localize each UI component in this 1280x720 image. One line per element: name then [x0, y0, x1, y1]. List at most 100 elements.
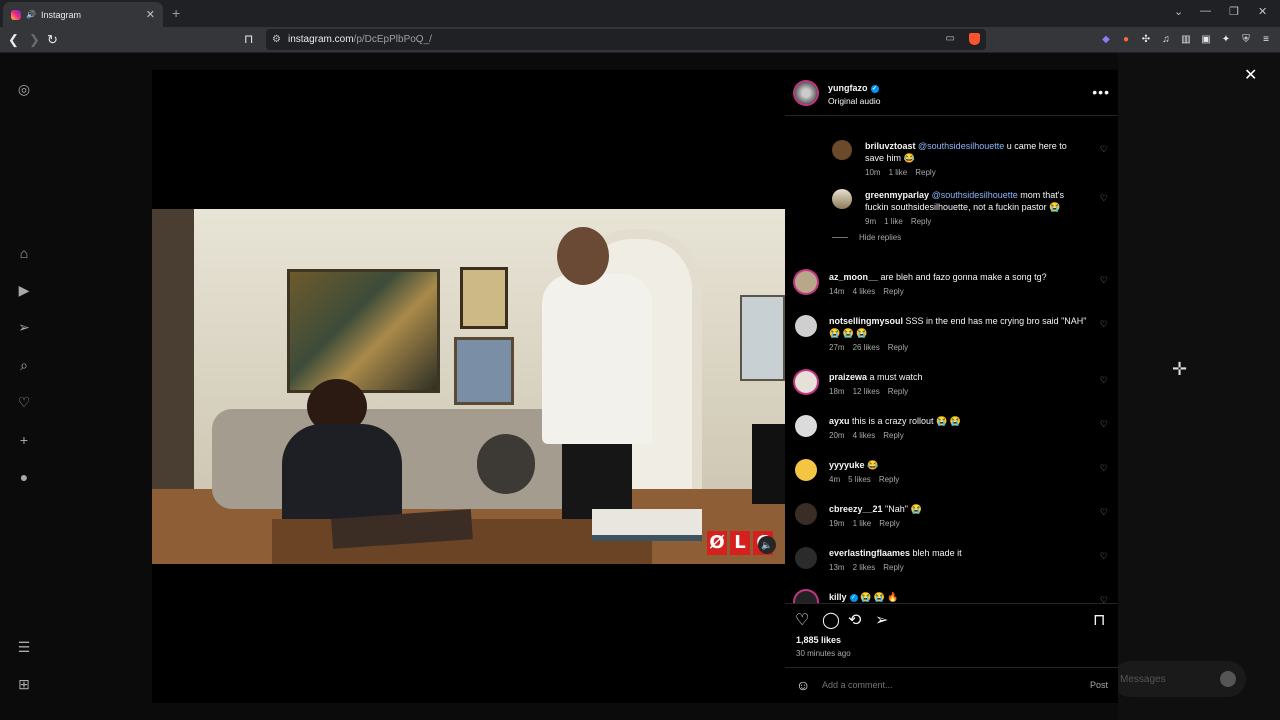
new-tab-button[interactable]: + — [172, 5, 180, 21]
home-icon[interactable]: ⌂ — [16, 245, 32, 261]
like-comment-heart-icon[interactable]: ♡ — [1100, 419, 1108, 430]
address-bar[interactable]: ⚙ instagram.com/p/DcEpPlbPoQ_/ ▭ — [266, 29, 986, 50]
comment-meta: 9m 1 like Reply — [865, 217, 932, 226]
audio-label[interactable]: Original audio — [828, 96, 880, 106]
search-icon[interactable]: ⌕ — [16, 357, 32, 373]
messages-button[interactable]: Messages — [1112, 661, 1246, 697]
tab-list-chevron-icon[interactable]: ⌄ — [1174, 5, 1183, 18]
like-heart-icon[interactable]: ♡ — [795, 610, 809, 630]
reply-button[interactable]: Reply — [879, 519, 899, 528]
reply-button[interactable]: Reply — [888, 387, 908, 396]
like-comment-heart-icon[interactable]: ♡ — [1100, 144, 1108, 155]
instagram-logo-icon[interactable]: ◎ — [16, 81, 32, 97]
apps-grid-icon[interactable]: ⊞ — [16, 676, 32, 692]
comment-avatar[interactable] — [832, 189, 852, 209]
menu-icon[interactable]: ≡ — [1260, 34, 1272, 46]
reply-button[interactable]: Reply — [915, 168, 935, 177]
author-username[interactable]: yungfazo ✓ — [828, 83, 879, 93]
extension-icon-2[interactable]: ● — [1120, 34, 1132, 46]
notifications-heart-icon[interactable]: ♡ — [16, 394, 32, 410]
verified-badge-icon: ✓ — [870, 85, 879, 93]
comment-meta: 10m 1 like Reply — [865, 168, 936, 177]
extension-icon-1[interactable]: ◆ — [1100, 34, 1112, 46]
emoji-picker-icon[interactable]: ☺ — [796, 677, 810, 693]
save-bookmark-icon[interactable]: ⊓ — [1093, 610, 1105, 630]
comment-avatar[interactable] — [795, 271, 817, 293]
close-tab-icon[interactable]: ✕ — [146, 8, 155, 21]
close-modal-icon[interactable]: ✕ — [1244, 65, 1257, 85]
comment-icon[interactable]: ◯ — [822, 610, 840, 630]
dog — [477, 434, 535, 494]
like-comment-heart-icon[interactable]: ♡ — [1100, 375, 1108, 386]
comment-avatar[interactable] — [795, 459, 817, 481]
more-menu-icon[interactable]: ☰ — [16, 639, 32, 655]
wallet-icon[interactable]: ▣ — [1200, 34, 1212, 46]
vpn-shield-icon[interactable]: ⛨ — [1240, 34, 1252, 46]
comment-meta: 4m 5 likes Reply — [829, 475, 900, 484]
speaker-icon[interactable]: 🔊 — [26, 10, 36, 19]
repost-icon[interactable]: ⟲ — [848, 610, 861, 630]
close-window-button[interactable]: ✕ — [1258, 5, 1267, 18]
comment-text: cbreezy__21 "Nah" 😭 — [829, 504, 922, 514]
comment-avatar[interactable] — [795, 503, 817, 525]
like-comment-heart-icon[interactable]: ♡ — [1100, 551, 1108, 562]
browser-tab[interactable]: 🔊 Instagram ✕ — [3, 2, 163, 27]
direct-messages-icon[interactable]: ➢ — [16, 319, 32, 335]
comment-text: yyyyuke 😂 — [829, 460, 879, 470]
profile-avatar-icon[interactable]: ● — [16, 469, 32, 485]
person-standing — [542, 274, 652, 444]
maximize-button[interactable]: ❐ — [1229, 5, 1239, 18]
create-icon[interactable]: + — [16, 432, 32, 448]
bookmark-icon[interactable]: ⊓ — [244, 32, 253, 46]
comment-input[interactable] — [822, 680, 1062, 690]
post-video[interactable]: Ø L C 🔈 — [152, 70, 785, 703]
sidebar-icon[interactable]: ▥ — [1180, 34, 1192, 46]
comment-meta: 19m 1 like Reply — [829, 519, 900, 528]
instagram-page: ◎ ⌂ ▶ ➢ ⌕ ♡ + ● ☰ ⊞ ✕ ✛ Messages Ø L 🔈 y… — [0, 53, 1280, 720]
reply-button[interactable]: Reply — [883, 563, 903, 572]
share-icon[interactable]: ➢ — [875, 610, 888, 630]
painting — [454, 337, 514, 405]
browser-toolbar: ❮ ❯ ↻ ⊓ ⚙ instagram.com/p/DcEpPlbPoQ_/ ▭… — [0, 27, 1280, 53]
reply-button[interactable]: Reply — [879, 475, 899, 484]
like-comment-heart-icon[interactable]: ♡ — [1100, 595, 1108, 603]
author-avatar[interactable] — [795, 82, 817, 104]
more-options-icon[interactable]: ••• — [1092, 84, 1110, 100]
comment-avatar[interactable] — [795, 547, 817, 569]
comment-avatar[interactable] — [795, 591, 817, 603]
comment-meta: 14m 4 likes Reply — [829, 287, 904, 296]
like-comment-heart-icon[interactable]: ♡ — [1100, 275, 1108, 286]
minimize-button[interactable]: — — [1200, 5, 1211, 17]
modal-backdrop[interactable] — [1118, 53, 1280, 720]
comment-avatar[interactable] — [795, 315, 817, 337]
post-details-panel: yungfazo ✓ Original audio ••• briluvztoas… — [785, 70, 1118, 703]
forward-button[interactable]: ❯ — [29, 32, 40, 48]
cast-icon[interactable]: ▭ — [946, 33, 955, 45]
like-comment-heart-icon[interactable]: ♡ — [1100, 507, 1108, 518]
likes-count[interactable]: 1,885 likes — [796, 635, 841, 645]
mute-toggle-icon[interactable]: 🔈 — [758, 536, 776, 554]
like-comment-heart-icon[interactable]: ♡ — [1100, 463, 1108, 474]
reply-button[interactable]: Reply — [883, 431, 903, 440]
comment-avatar[interactable] — [832, 140, 852, 160]
post-comment-button[interactable]: Post — [1090, 680, 1108, 690]
reels-icon[interactable]: ▶ — [16, 282, 32, 298]
hide-replies-button[interactable]: Hide replies — [832, 233, 901, 242]
reload-button[interactable]: ↻ — [47, 32, 58, 48]
leo-ai-icon[interactable]: ✦ — [1220, 34, 1232, 46]
music-icon[interactable]: ♫ — [1160, 34, 1172, 46]
reply-button[interactable]: Reply — [888, 343, 908, 352]
comment-meta: 20m 4 likes Reply — [829, 431, 904, 440]
comment-avatar[interactable] — [795, 371, 817, 393]
reply-button[interactable]: Reply — [911, 217, 931, 226]
comment-avatar[interactable] — [795, 415, 817, 437]
site-settings-icon[interactable]: ⚙ — [272, 34, 281, 45]
like-comment-heart-icon[interactable]: ♡ — [1100, 319, 1108, 330]
extensions-puzzle-icon[interactable]: ✣ — [1140, 34, 1152, 46]
back-button[interactable]: ❮ — [8, 32, 19, 48]
comments-list[interactable]: briluvztoast @southsidesilhouette u came… — [785, 117, 1118, 603]
reply-button[interactable]: Reply — [883, 287, 903, 296]
comment-meta: 18m 12 likes Reply — [829, 387, 909, 396]
like-comment-heart-icon[interactable]: ♡ — [1100, 193, 1108, 204]
brave-shields-icon[interactable] — [969, 33, 980, 45]
